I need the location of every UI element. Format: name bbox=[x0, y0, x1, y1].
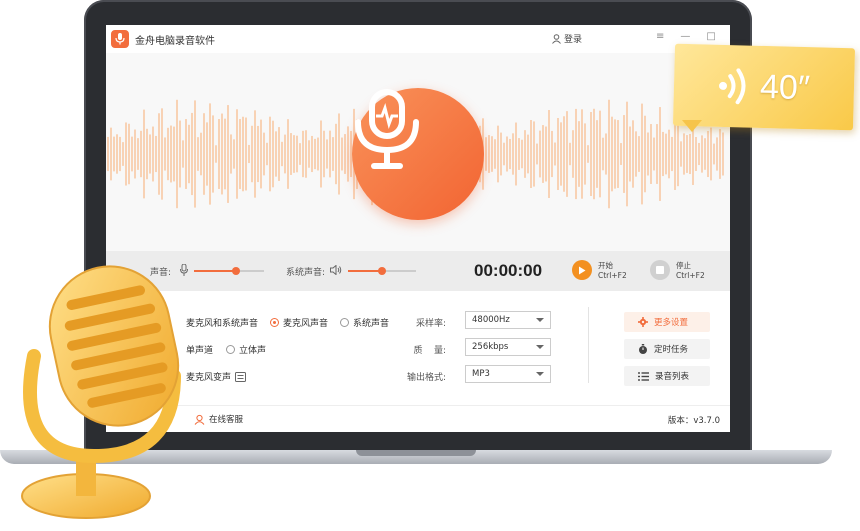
source-option-label: 系统声音 bbox=[353, 319, 390, 329]
list-icon bbox=[638, 371, 649, 381]
record-button[interactable] bbox=[352, 88, 484, 220]
quality-label: 质 量: bbox=[413, 346, 446, 356]
microphone-icon bbox=[355, 89, 419, 169]
version-text: 版本：v3.7.0 bbox=[667, 416, 720, 426]
user-icon bbox=[552, 33, 561, 44]
chevron-down-icon bbox=[536, 318, 544, 322]
app-title: 金舟电脑录音软件 bbox=[135, 35, 215, 47]
output-format-value: MP3 bbox=[472, 369, 490, 379]
scheduled-task-button[interactable]: 定时任务 bbox=[624, 339, 710, 359]
stop-label: 停止 bbox=[676, 261, 691, 270]
stop-button-text[interactable]: 停止 Ctrl+F2 bbox=[676, 261, 705, 281]
start-button[interactable] bbox=[572, 260, 592, 280]
speaker-icon bbox=[330, 265, 342, 275]
start-shortcut: Ctrl+F2 bbox=[598, 271, 627, 280]
scheduled-task-label: 定时任务 bbox=[654, 345, 689, 355]
source-option-label: 麦克风声音 bbox=[283, 319, 329, 329]
system-volume-fill bbox=[348, 270, 382, 272]
login-label: 登录 bbox=[564, 35, 583, 45]
sample-rate-label: 采样率: bbox=[415, 319, 446, 329]
sample-rate-value: 48000Hz bbox=[472, 315, 510, 325]
more-settings-button[interactable]: 更多设置 bbox=[624, 312, 710, 332]
timer-display: 00:00:00 bbox=[474, 261, 543, 280]
stop-shortcut: Ctrl+F2 bbox=[676, 271, 705, 280]
record-list-label: 录音列表 bbox=[655, 372, 690, 382]
stop-icon bbox=[656, 266, 664, 274]
chevron-down-icon bbox=[536, 345, 544, 349]
output-format-select[interactable]: MP3 bbox=[465, 365, 551, 383]
gear-icon bbox=[638, 317, 648, 327]
channel-option-label: 立体声 bbox=[239, 346, 267, 356]
sample-rate-select[interactable]: 48000Hz bbox=[465, 311, 551, 329]
channel-option-stereo[interactable]: 立体声 bbox=[226, 343, 266, 356]
source-option-system[interactable]: 系统声音 bbox=[340, 316, 389, 329]
badge-tail bbox=[682, 120, 702, 132]
duration-text: 40″ bbox=[759, 67, 811, 107]
divider bbox=[588, 307, 589, 383]
golden-microphone-icon bbox=[21, 265, 181, 519]
waveform-area bbox=[106, 53, 730, 251]
title-bar: 金舟电脑录音软件 登录 ≡ — □ ✕ bbox=[106, 25, 730, 54]
radio-selected-icon[interactable] bbox=[270, 318, 279, 327]
source-option-mic[interactable]: 麦克风声音 bbox=[270, 316, 328, 329]
mic-volume-knob[interactable] bbox=[232, 267, 240, 275]
output-format-label: 输出格式: bbox=[406, 373, 446, 383]
play-icon bbox=[579, 266, 586, 274]
more-settings-label: 更多设置 bbox=[654, 318, 689, 328]
maximize-icon[interactable]: □ bbox=[706, 31, 715, 42]
voice-changer-settings-icon[interactable] bbox=[235, 371, 247, 382]
start-label: 开始 bbox=[598, 261, 613, 270]
laptop-notch bbox=[356, 450, 476, 456]
chevron-down-icon bbox=[536, 372, 544, 376]
stopwatch-icon bbox=[639, 343, 647, 354]
window-controls: ≡ — □ ✕ bbox=[656, 31, 730, 42]
quality-select[interactable]: 256kbps bbox=[465, 338, 551, 356]
online-service-label: 在线客服 bbox=[209, 415, 244, 425]
radio-icon[interactable] bbox=[226, 345, 235, 354]
stop-button[interactable] bbox=[650, 260, 670, 280]
signal-waves-icon bbox=[719, 68, 746, 105]
quality-value: 256kbps bbox=[472, 342, 509, 352]
radio-icon[interactable] bbox=[340, 318, 349, 327]
duration-badge: 40″ bbox=[672, 43, 856, 131]
record-list-button[interactable]: 录音列表 bbox=[624, 366, 710, 386]
system-volume-knob[interactable] bbox=[378, 267, 386, 275]
login-button[interactable]: 登录 bbox=[552, 32, 582, 45]
start-button-text[interactable]: 开始 Ctrl+F2 bbox=[598, 261, 627, 281]
menu-icon[interactable]: ≡ bbox=[656, 31, 664, 42]
app-logo-icon bbox=[111, 30, 129, 48]
minimize-icon[interactable]: — bbox=[680, 31, 690, 42]
system-volume-label: 系统声音: bbox=[286, 268, 326, 278]
